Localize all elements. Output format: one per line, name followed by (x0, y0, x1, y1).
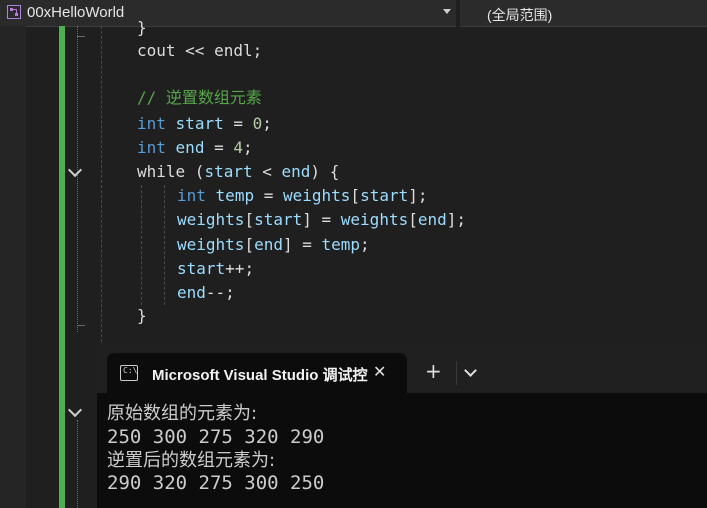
token: cout (137, 41, 176, 60)
tab-separator (456, 361, 457, 385)
code-line[interactable]: start++; (177, 259, 254, 279)
indent-guide (164, 185, 166, 305)
project-name: 00xHelloWorld (27, 4, 125, 21)
code-comment[interactable]: // 逆置数组元素 (137, 88, 262, 108)
code-line[interactable]: weights[start] = weights[end]; (177, 210, 466, 230)
token: [ (244, 235, 255, 254)
change-tracking-bar (59, 26, 65, 508)
token: ) { (310, 162, 340, 181)
project-dropdown[interactable]: 00xHelloWorld (0, 0, 456, 27)
outline-line (77, 420, 79, 508)
code-line[interactable]: weights[end] = temp; (177, 235, 370, 255)
code-line[interactable]: } (137, 306, 147, 326)
code-line[interactable]: int end = 4; (137, 138, 253, 158)
brace: } (137, 306, 147, 325)
variable: start (175, 114, 224, 133)
keyword: int (137, 138, 166, 157)
scope-label: (全局范围) (487, 7, 553, 23)
token: [ (408, 210, 418, 229)
token: ]; (408, 186, 428, 205)
variable: start (254, 210, 303, 229)
code-line[interactable]: end--; (177, 283, 235, 303)
terminal-icon-label: C:\ (123, 366, 138, 375)
token: ] = (302, 210, 341, 229)
token: ; (360, 235, 370, 254)
variable: end (281, 162, 311, 181)
collapse-chevron-icon[interactable] (67, 162, 83, 178)
code-line[interactable]: cout << endl; (137, 41, 262, 61)
number: 4 (233, 138, 243, 157)
number: 0 (252, 114, 263, 133)
chevron-down-icon[interactable] (443, 9, 451, 14)
indent-guide (101, 26, 103, 342)
token: [ (350, 186, 361, 205)
token: [ (244, 210, 255, 229)
console-output-line: 逆置后的数组元素为: (107, 450, 276, 471)
keyword: while (137, 162, 186, 181)
close-icon[interactable]: ✕ (373, 362, 386, 381)
console-tab-title: Microsoft Visual Studio 调试控 (152, 367, 368, 384)
token: ] = (282, 235, 322, 254)
variable: start (360, 186, 409, 205)
token: ; (243, 138, 253, 157)
project-icon (7, 5, 21, 19)
variable: start (177, 259, 226, 278)
token: = (223, 114, 253, 133)
variable: end (175, 138, 205, 157)
token: --; (205, 283, 235, 302)
code-line[interactable]: int temp = weights[start]; (177, 186, 428, 206)
variable: end (417, 210, 447, 229)
console-output-line: 250 300 275 320 290 (107, 426, 325, 448)
collapse-chevron-icon[interactable] (67, 402, 83, 418)
variable: weights (177, 235, 245, 254)
token: ; (252, 41, 263, 60)
variable: temp (215, 186, 255, 205)
token: ]; (446, 210, 467, 229)
token: ( (185, 162, 205, 181)
comment: // 逆置数组元素 (137, 88, 262, 107)
code-line[interactable]: int start = 0; (137, 114, 272, 134)
token: ++; (225, 259, 255, 278)
token: endl (214, 41, 253, 60)
token: < (252, 162, 282, 181)
variable: start (204, 162, 253, 181)
variable: weights (340, 210, 409, 229)
variable: end (254, 235, 283, 254)
keyword: int (137, 114, 166, 133)
token: = (204, 138, 234, 157)
token: = (254, 186, 283, 205)
token: << (175, 41, 215, 60)
outline-tick (77, 325, 85, 326)
variable: weights (282, 186, 351, 205)
scope-dropdown[interactable]: (全局范围) (460, 0, 707, 27)
code-line[interactable]: } (137, 18, 147, 38)
variable: temp (321, 235, 361, 254)
add-tab-button[interactable]: + (425, 359, 442, 383)
indent-guide (141, 185, 143, 305)
brace: } (137, 18, 147, 37)
keyword: int (177, 186, 206, 205)
variable: weights (177, 210, 245, 229)
console-output-line: 290 320 275 300 250 (107, 472, 325, 494)
variable: end (177, 283, 206, 302)
console-output-line: 原始数组的元素为: (107, 403, 258, 424)
outline-line (77, 26, 79, 332)
code-line[interactable]: while (start < end) { (137, 162, 339, 182)
token: ; (262, 114, 272, 133)
glyph-margin (0, 26, 26, 508)
outline-tick (77, 36, 85, 37)
